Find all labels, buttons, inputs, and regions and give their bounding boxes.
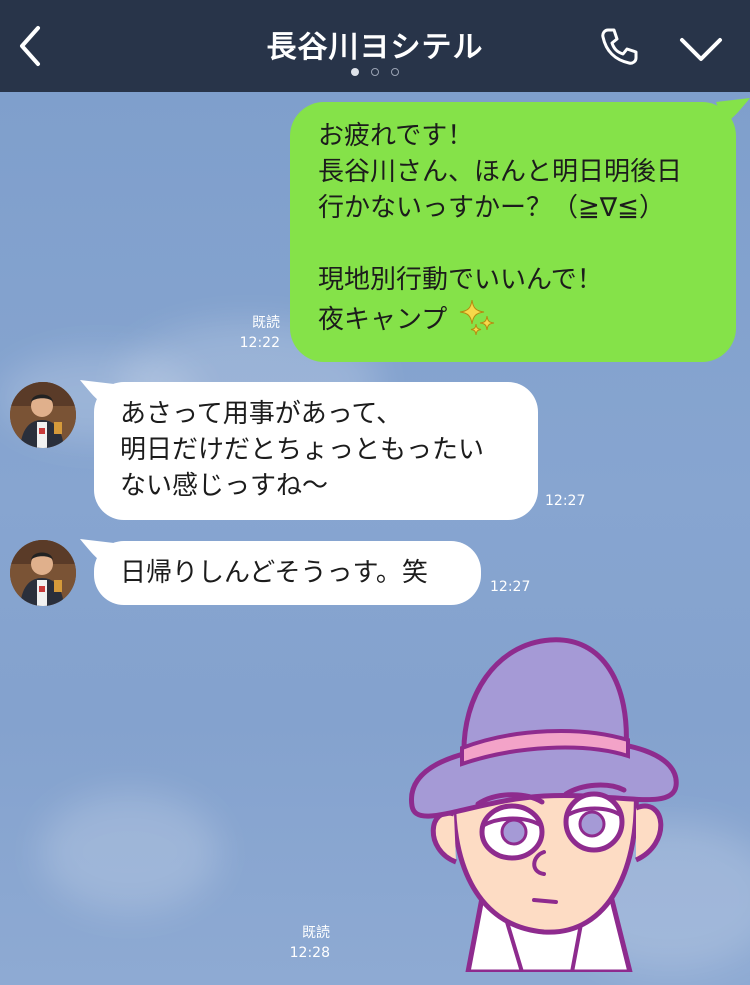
contact-avatar[interactable] [10,540,76,606]
page-dot [391,68,399,76]
message-line: お疲れです！ [318,121,474,151]
bubble-tail [80,380,114,406]
message-time: 12:27 [490,579,531,595]
chat-header: 長谷川ヨシテル [0,0,750,92]
incoming-message-bubble[interactable]: 日帰りしんどそうっす。笑 [94,541,481,605]
avatar-image [10,540,76,606]
message-time: 12:27 [545,493,586,509]
message-line: 現地別行動でいいんで！ [318,265,603,295]
page-dot [371,68,379,76]
page-dot-active [351,68,359,76]
avatar-image [10,382,76,448]
message-line: 日帰りしんどそうっす。笑 [120,558,428,588]
message-line: あさって用事があって、 [120,399,403,429]
message-line: 明日だけだとちょっともったい [120,435,485,465]
bubble-tail [716,98,750,124]
message-line: ない感じっすね〜 [120,471,329,501]
chevron-down-icon[interactable] [678,32,724,66]
page-indicator [0,68,750,76]
message-line: 行かないっすかー？（≧∇≦） [318,193,665,223]
bubble-tail [80,539,114,565]
outgoing-message-bubble[interactable]: お疲れです！ 長谷川さん、ほんと明日明後日 行かないっすかー？（≧∇≦） 現地別… [290,102,736,362]
phone-icon[interactable] [598,26,640,68]
message-time: 12:22 [239,335,280,351]
message-line: 夜キャンプ [318,298,716,336]
message-line: 長谷川さん、ほんと明日明後日 [318,157,683,187]
cloud-decoration [40,792,220,912]
message-time: 12:28 [289,945,330,961]
read-receipt: 既読 [252,315,280,331]
sparkles-icon [459,299,494,336]
contact-avatar[interactable] [10,382,76,448]
incoming-message-bubble[interactable]: あさって用事があって、 明日だけだとちょっともったい ない感じっすね〜 [94,382,538,520]
man-in-purple-hat-sticker[interactable] [404,636,680,972]
message-line [318,226,716,262]
message-line-text: 夜キャンプ [318,305,448,335]
read-receipt: 既読 [302,925,330,941]
